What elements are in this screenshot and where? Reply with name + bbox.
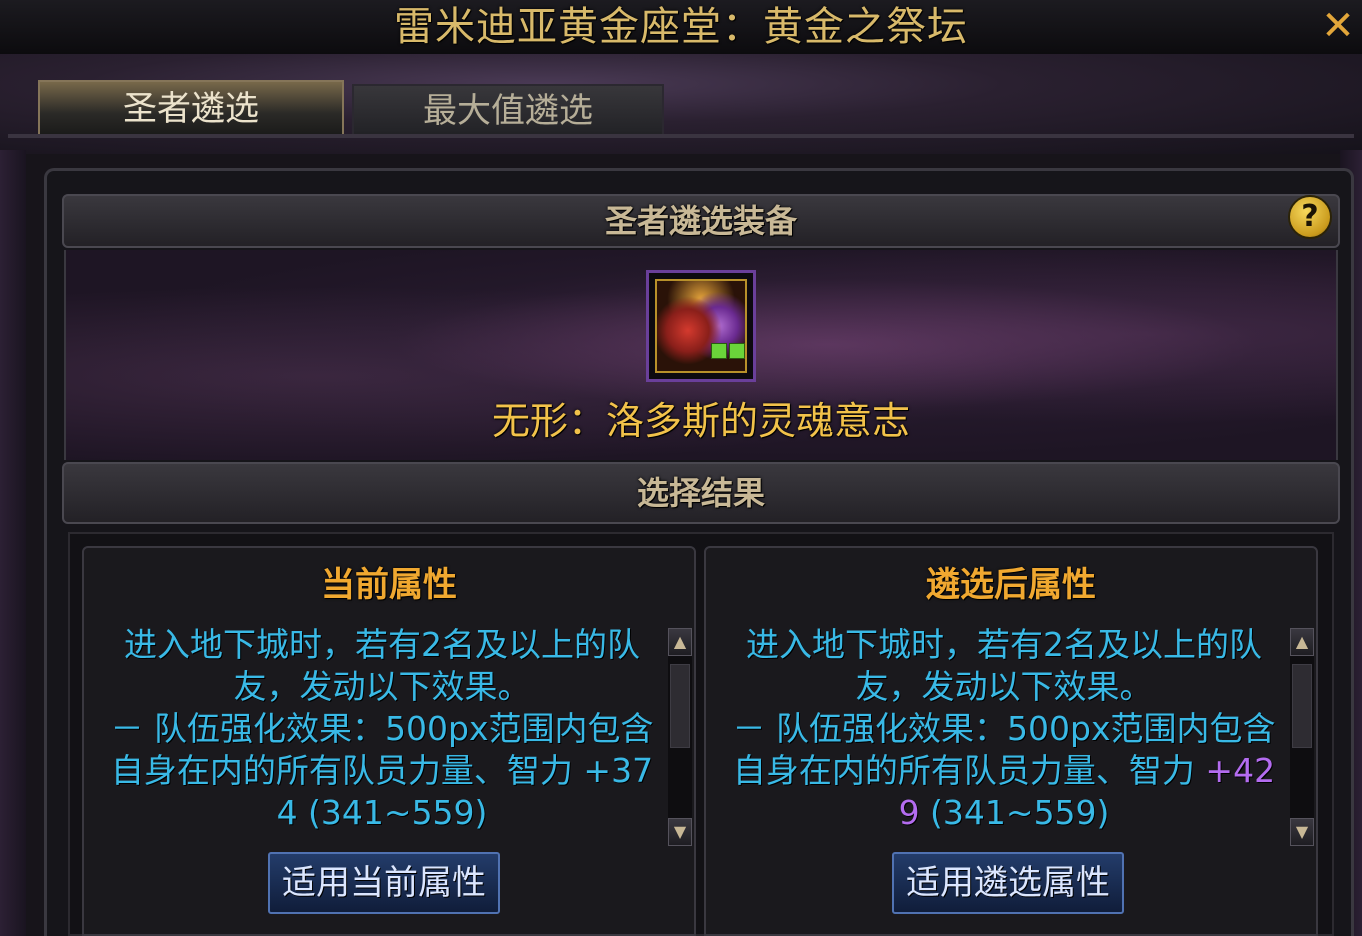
equipment-item-name: 无形：洛多斯的灵魂意志 [491,399,910,443]
selected-attributes-title: 遴选后属性 [926,565,1096,605]
description-line: 4 (341~559) [104,792,660,834]
description-text: 自身在内的所有队员力量、智力 [732,751,1206,790]
description-line: 自身在内的所有队员力量、智力 +42 [726,750,1282,792]
current-attributes-description: 进入地下城时，若有2名及以上的队 友，发动以下效果。 － 队伍强化效果：500p… [104,624,660,834]
result-section-header: 选择结果 [62,462,1340,524]
equipment-item-slot[interactable] [646,270,756,382]
equipment-section-header: 圣者遴选装备 [62,194,1340,248]
help-icon[interactable]: ? [1288,195,1332,239]
stat-value-increased: +42 [1205,751,1276,790]
scroll-down-arrow-icon[interactable]: ▼ [1290,818,1314,846]
description-line: 友，发动以下效果。 [233,667,531,706]
scrollbar[interactable]: ▲ ▼ [1290,628,1314,846]
tab-max-value-selection[interactable]: 最大值遴选 [352,84,664,134]
current-attributes-panel: 当前属性 进入地下城时，若有2名及以上的队 友，发动以下效果。 － 队伍强化效果… [82,546,696,936]
scroll-up-arrow-icon[interactable]: ▲ [668,628,692,656]
scroll-thumb[interactable] [670,664,690,748]
description-line: 9 (341~559) [726,792,1282,834]
background-left-edge [0,150,26,936]
stat-value: 4 [276,793,298,832]
stat-value-increased: 9 [898,793,920,832]
tab-saint-selection[interactable]: 圣者遴选 [38,80,344,134]
selected-attributes-panel: 遴选后属性 进入地下城时，若有2名及以上的队 友，发动以下效果。 － 队伍强化效… [704,546,1318,936]
gem-icon [729,343,745,359]
description-line: 进入地下城时，若有2名及以上的队 [746,625,1262,664]
scroll-thumb[interactable] [1292,664,1312,748]
scrollbar[interactable]: ▲ ▼ [668,628,692,846]
apply-current-attributes-button[interactable]: 适用当前属性 [268,852,500,914]
selected-attributes-description: 进入地下城时，若有2名及以上的队 友，发动以下效果。 － 队伍强化效果：500p… [726,624,1282,834]
description-line: 自身在内的所有队员力量、智力 +37 [104,750,660,792]
current-attributes-title: 当前属性 [321,565,457,605]
stat-range: (341~559) [297,793,488,832]
scroll-up-arrow-icon[interactable]: ▲ [1290,628,1314,656]
description-line: 友，发动以下效果。 [855,667,1153,706]
description-line: － 队伍强化效果：500px范围内包含 [110,709,654,748]
scroll-down-arrow-icon[interactable]: ▼ [668,818,692,846]
soul-will-item-icon [655,279,747,373]
tab-divider [8,134,1354,138]
window-title: 雷米迪亚黄金座堂：黄金之祭坛 [394,4,968,50]
stat-value: +37 [583,751,654,790]
description-line: 进入地下城时，若有2名及以上的队 [124,625,640,664]
stat-range: (341~559) [919,793,1110,832]
window-title-bar: 雷米迪亚黄金座堂：黄金之祭坛 ✕ [0,0,1362,55]
gem-icon [711,343,727,359]
description-line: － 队伍强化效果：500px范围内包含 [732,709,1276,748]
description-text: 自身在内的所有队员力量、智力 [110,751,584,790]
close-icon[interactable]: ✕ [1318,6,1358,46]
apply-selected-attributes-button[interactable]: 适用遴选属性 [892,852,1124,914]
